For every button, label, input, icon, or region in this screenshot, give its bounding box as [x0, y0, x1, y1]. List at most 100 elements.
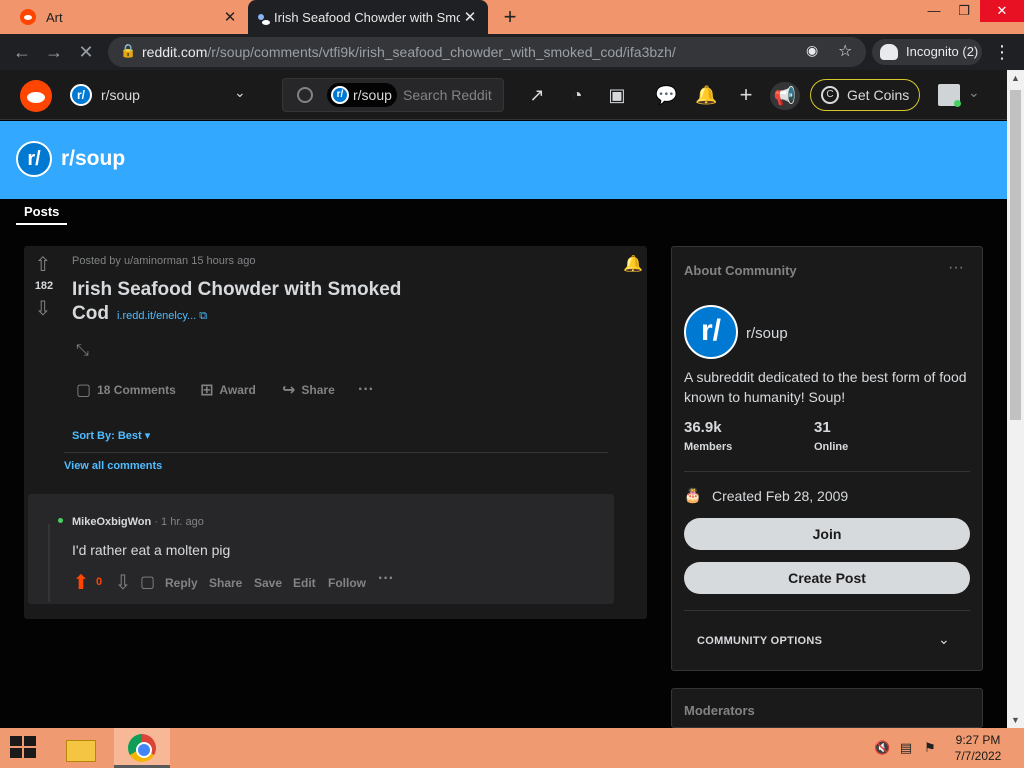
chat-icon[interactable]: 💬 [655, 84, 677, 106]
share-button[interactable]: Share [209, 576, 242, 590]
file-explorer-button[interactable] [62, 732, 100, 764]
share-button[interactable]: ↪ Share [282, 376, 335, 404]
coin-icon: C [821, 86, 839, 104]
clock-date[interactable]: 7/7/2022 [940, 749, 1016, 763]
thread-line[interactable] [48, 524, 50, 602]
action-center-icon[interactable]: ⚑ [922, 740, 938, 756]
divider [64, 452, 608, 453]
bell-icon[interactable]: 🔔 [622, 254, 644, 276]
post-title: Irish Seafood Chowder with Smoked Cod i.r… [72, 278, 422, 328]
scrollbar[interactable]: ▲ ▼ [1007, 70, 1024, 728]
chevron-down-icon[interactable]: ⌄ [968, 84, 980, 101]
forward-icon[interactable]: → [42, 40, 66, 64]
about-title: About Community [684, 263, 797, 278]
chrome-icon [128, 734, 156, 762]
reddit-logo-icon[interactable] [20, 80, 52, 112]
tab-posts[interactable]: Posts [16, 204, 68, 225]
community-name[interactable]: r/soup [746, 325, 788, 342]
comment-time: · 1 hr. ago [154, 516, 204, 528]
tab-close-icon[interactable]: ✕ [220, 8, 240, 26]
online-count: 31 [814, 419, 831, 436]
more-options-icon[interactable]: ··· [378, 570, 394, 588]
sort-by-dropdown[interactable]: Sort By: Best ▾ [72, 429, 150, 442]
community-logo-icon: r/ [70, 84, 92, 106]
star-icon[interactable]: ☆ [838, 41, 852, 61]
view-all-comments-link[interactable]: View all comments [64, 460, 162, 472]
all-icon[interactable]: ◔ [566, 84, 588, 106]
comments-button[interactable]: ▢ 18 Comments [76, 376, 176, 404]
incognito-badge[interactable]: Incognito (2) [872, 39, 982, 65]
edit-button[interactable]: Edit [293, 576, 316, 590]
tab-title: Irish Seafood Chowder with Smoked Cod [274, 9, 460, 25]
comment-icon: ▢ [76, 382, 92, 399]
tab-chowder[interactable]: Irish Seafood Chowder with Smoked Cod ✕ [248, 0, 488, 34]
downvote-icon[interactable]: ⇩ [32, 298, 54, 320]
address-bar[interactable]: 🔒 reddit.com/r/soup/comments/vtfi9k/iris… [108, 37, 866, 67]
award-button[interactable]: ⊞ Award [200, 376, 256, 404]
tab-art[interactable]: Art ✕ [0, 0, 248, 34]
create-post-button[interactable]: Create Post [684, 562, 970, 594]
community-options-toggle[interactable]: COMMUNITY OPTIONS [697, 635, 822, 647]
new-tab-button[interactable]: + [498, 4, 522, 30]
browser-menu-icon[interactable]: ⋮ [992, 40, 1012, 64]
vote-count: 182 [34, 280, 54, 292]
chevron-down-icon: ⌄ [234, 84, 246, 100]
community-logo-icon: r/ [16, 141, 52, 177]
search-chip-label: r/soup [353, 87, 392, 103]
popular-icon[interactable]: ↗ [526, 84, 548, 106]
comment-body: I'd rather eat a molten pig [72, 542, 231, 558]
scroll-down-icon[interactable]: ▼ [1007, 712, 1024, 728]
browser-toolbar: ← → ✕ 🔒 reddit.com/r/soup/comments/vtfi9… [0, 34, 1024, 70]
notifications-icon[interactable]: 🔔 [695, 84, 717, 106]
caret-down-icon: ▾ [144, 430, 151, 442]
create-post-icon[interactable]: + [735, 84, 757, 106]
expand-icon[interactable]: ⤡ [76, 342, 98, 364]
reddit-header: r/ r/soup ⌄ r/ r/soup ↗ ◔ ▣ 💬 🔔 + 📢 C Ge… [0, 70, 1007, 120]
scroll-up-icon[interactable]: ▲ [1007, 70, 1024, 86]
folder-icon [66, 740, 96, 762]
more-options-icon[interactable]: ··· [358, 376, 374, 404]
url-text: reddit.com/r/soup/comments/vtfi9k/irish_… [142, 44, 676, 60]
comment-author[interactable]: MikeOxbigWon · 1 hr. ago [72, 516, 204, 528]
stop-loading-icon[interactable]: ✕ [74, 40, 98, 64]
reply-button[interactable]: Reply [165, 576, 198, 590]
divider [684, 610, 970, 611]
join-button[interactable]: Join [684, 518, 970, 550]
community-selector[interactable]: r/ r/soup ⌄ [64, 78, 264, 112]
upvote-icon[interactable]: ⇧ [32, 254, 54, 276]
members-label: Members [684, 441, 733, 453]
post-meta: Posted by u/aminorman 15 hours ago [72, 255, 256, 267]
close-window-icon[interactable]: ✕ [980, 0, 1024, 22]
share-label: Share [301, 383, 335, 397]
loading-icon [258, 14, 270, 25]
restore-icon[interactable]: ❐ [950, 0, 978, 22]
lock-icon: 🔒 [120, 43, 137, 58]
clock-time[interactable]: 9:27 PM [940, 733, 1016, 747]
follow-button[interactable]: Follow [328, 576, 366, 590]
advertise-icon[interactable]: 📢 [770, 82, 800, 110]
back-icon[interactable]: ← [10, 40, 34, 64]
upvote-icon[interactable]: ⬆ [70, 572, 92, 594]
get-coins-button[interactable]: C Get Coins [810, 79, 920, 111]
award-icon: ⊞ [200, 382, 214, 399]
search-input[interactable] [403, 85, 499, 105]
post-link[interactable]: i.redd.it/enelcy... ⧉ [117, 310, 207, 322]
windows-start-icon[interactable] [10, 736, 38, 760]
tab-close-icon[interactable]: ✕ [460, 8, 480, 26]
external-link-icon: ⧉ [199, 310, 208, 322]
search-box[interactable]: r/ r/soup [282, 78, 504, 112]
chevron-down-icon[interactable]: ⌄ [938, 631, 950, 648]
downvote-icon[interactable]: ⇩ [112, 572, 134, 594]
community-logo-icon: r/ [684, 305, 738, 359]
save-button[interactable]: Save [254, 576, 282, 590]
network-icon[interactable]: ▤ [898, 740, 914, 756]
scroll-thumb[interactable] [1010, 90, 1021, 420]
minimize-icon[interactable]: — [920, 0, 948, 22]
chrome-taskbar-button[interactable] [114, 728, 170, 768]
reddit-live-icon[interactable]: ▣ [606, 84, 628, 106]
tracking-off-icon[interactable]: ◉ [806, 42, 818, 59]
volume-muted-icon[interactable]: 🔇 [874, 740, 890, 756]
sort-by-label: Sort By: Best [72, 430, 142, 442]
more-options-icon[interactable]: ··· [948, 259, 964, 277]
search-community-chip[interactable]: r/ r/soup [327, 83, 397, 107]
